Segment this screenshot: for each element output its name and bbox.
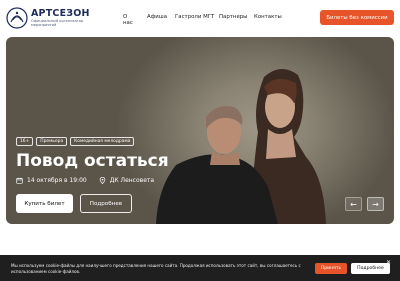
event-venue: ДК Ленсовета [109, 177, 155, 184]
logo-icon[interactable] [6, 7, 28, 29]
cookie-banner: Мы используем cookie-файлы для наилучшег… [0, 255, 400, 281]
cookie-accept-button[interactable]: Принять [315, 263, 347, 274]
event-date: 14 октября в 19:00 [27, 177, 87, 184]
event-tags: 16+ Премьера Комедийная мелодрама [16, 137, 135, 146]
premiere-badge: Премьера [36, 137, 68, 146]
nav-item-contacts[interactable]: Контакты [254, 14, 282, 20]
slider-next-button[interactable]: → [367, 197, 384, 211]
close-icon[interactable]: ✕ [386, 259, 391, 266]
nav-item-tours[interactable]: Гастроли МГТ [175, 14, 214, 20]
event-place: ДК Ленсовета [99, 177, 154, 184]
logo-title[interactable]: АРТСЕЗОН [31, 8, 90, 19]
cookie-text: Мы используем cookie-файлы для наилучшег… [11, 263, 301, 274]
age-rating-badge: 16+ [16, 137, 34, 146]
slider-prev-button[interactable]: ← [345, 197, 362, 211]
buy-ticket-button[interactable]: Купить билет [16, 194, 73, 213]
tickets-no-fee-button[interactable]: Билеты без комиссии [320, 10, 394, 25]
hero-banner: 16+ Премьера Комедийная мелодрама Повод … [6, 37, 394, 224]
nav-item-partners[interactable]: Партнеры [219, 14, 247, 20]
event-title: Повод остаться [16, 151, 169, 171]
arrow-right-icon: → [372, 199, 379, 209]
calendar-icon [16, 177, 23, 184]
nav-item-about[interactable]: О нас [123, 14, 133, 26]
arrow-left-icon: ← [350, 199, 357, 209]
location-pin-icon [99, 177, 106, 184]
details-button[interactable]: Подробнее [80, 194, 132, 213]
logo-subtitle: Официальный организатор мероприятий [31, 19, 84, 28]
nav-item-afisha[interactable]: Афиша [147, 14, 167, 20]
event-meta: 14 октября в 19:00 ДК Ленсовета [16, 177, 154, 184]
site-header: АРТСЕЗОН Официальный организатор меропри… [0, 0, 400, 36]
cookie-details-button[interactable]: Подробнее [351, 263, 390, 274]
genre-badge: Комедийная мелодрама [70, 137, 135, 146]
